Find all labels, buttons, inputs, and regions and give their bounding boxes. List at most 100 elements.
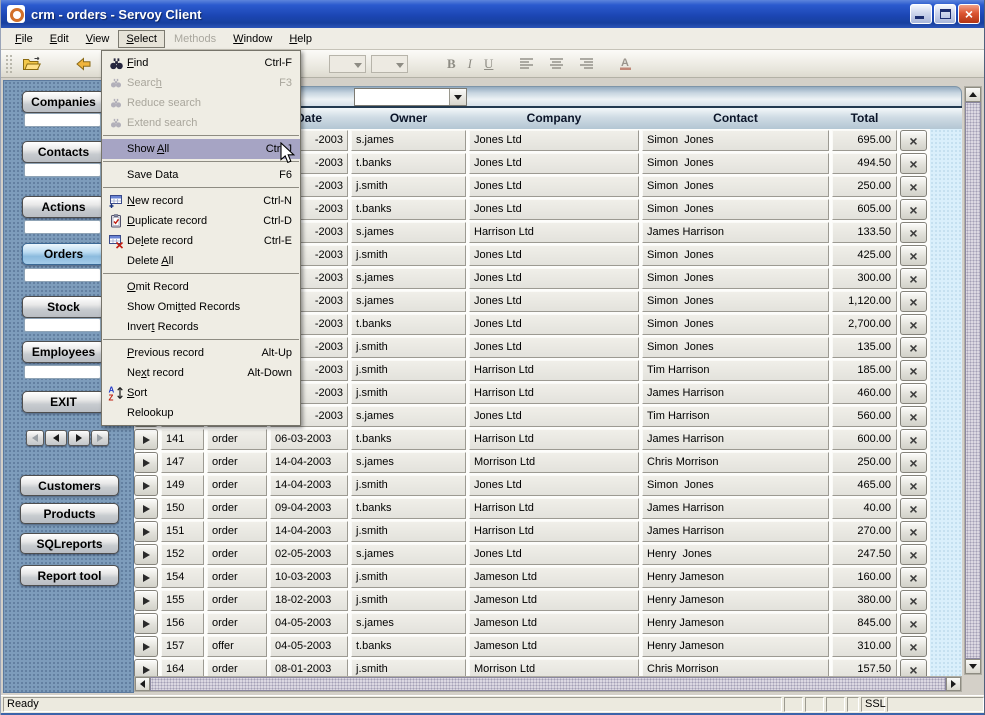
align-right-icon[interactable] xyxy=(573,54,599,74)
cell-total[interactable]: 465.00 xyxy=(832,475,897,496)
menu-item-sort[interactable]: AZSort xyxy=(102,383,300,403)
cell-contact[interactable]: Simon Jones xyxy=(642,130,829,151)
delete-row-button[interactable]: × xyxy=(900,360,927,381)
delete-row-button[interactable]: × xyxy=(900,613,927,634)
delete-row-button[interactable]: × xyxy=(900,268,927,289)
cell-date[interactable]: 14-04-2003 xyxy=(270,452,348,473)
font-color-icon[interactable]: A xyxy=(613,54,639,74)
cell-company[interactable]: Jones Ltd xyxy=(469,199,639,220)
cell-owner[interactable]: s.james xyxy=(351,222,466,243)
menu-item-extend-search[interactable]: Extend search xyxy=(102,113,300,133)
cell-owner[interactable]: s.james xyxy=(351,406,466,427)
cell-company[interactable]: Harrison Ltd xyxy=(469,521,639,542)
cell-total[interactable]: 133.50 xyxy=(832,222,897,243)
cell-date[interactable]: 06-03-2003 xyxy=(270,429,348,450)
cell-id[interactable]: 157 xyxy=(161,636,204,657)
cell-total[interactable]: 270.00 xyxy=(832,521,897,542)
cell-owner[interactable]: s.james xyxy=(351,291,466,312)
cell-company[interactable]: Jameson Ltd xyxy=(469,636,639,657)
cell-type[interactable]: order xyxy=(207,452,267,473)
sidebar-field-employees[interactable] xyxy=(24,365,101,379)
cell-owner[interactable]: s.james xyxy=(351,452,466,473)
cell-contact[interactable]: James Harrison xyxy=(642,498,829,519)
row-select-button[interactable] xyxy=(134,544,158,565)
row-select-button[interactable] xyxy=(134,429,158,450)
cell-total[interactable]: 560.00 xyxy=(832,406,897,427)
sidebar-button-contacts[interactable]: Contacts xyxy=(22,141,105,163)
cell-total[interactable]: 157.50 xyxy=(832,659,897,676)
delete-row-button[interactable]: × xyxy=(900,337,927,358)
font-size-combobox[interactable] xyxy=(371,55,408,73)
cell-owner[interactable]: j.smith xyxy=(351,567,466,588)
cell-total[interactable]: 494.50 xyxy=(832,153,897,174)
menu-item-duplicate-record[interactable]: Duplicate recordCtrl-D xyxy=(102,211,300,231)
italic-button[interactable]: I xyxy=(468,56,472,72)
menu-item-show-all[interactable]: Show AllCtrl-J xyxy=(102,139,300,159)
cell-owner[interactable]: j.smith xyxy=(351,176,466,197)
cell-owner[interactable]: t.banks xyxy=(351,498,466,519)
cell-owner[interactable]: s.james xyxy=(351,544,466,565)
cell-type[interactable]: order xyxy=(207,567,267,588)
font-family-combobox[interactable] xyxy=(329,55,366,73)
sidebar-button-companies[interactable]: Companies xyxy=(22,91,105,113)
row-select-button[interactable] xyxy=(134,659,158,676)
cell-owner[interactable]: t.banks xyxy=(351,429,466,450)
cell-company[interactable]: Jones Ltd xyxy=(469,544,639,565)
vertical-scroll-thumb[interactable] xyxy=(965,102,981,659)
cell-id[interactable]: 152 xyxy=(161,544,204,565)
delete-row-button[interactable]: × xyxy=(900,475,927,496)
cell-type[interactable]: order xyxy=(207,429,267,450)
sidebar-field-companies[interactable] xyxy=(24,113,101,127)
row-select-button[interactable] xyxy=(134,590,158,611)
cell-company[interactable]: Jones Ltd xyxy=(469,130,639,151)
cell-id[interactable]: 154 xyxy=(161,567,204,588)
sidebar-button-employees[interactable]: Employees xyxy=(22,341,105,363)
cell-total[interactable]: 845.00 xyxy=(832,613,897,634)
menu-item-relookup[interactable]: Relookup xyxy=(102,403,300,423)
cell-date[interactable]: 04-05-2003 xyxy=(270,636,348,657)
cell-total[interactable]: 380.00 xyxy=(832,590,897,611)
delete-row-button[interactable]: × xyxy=(900,544,927,565)
exit-button[interactable]: EXIT xyxy=(22,391,105,413)
row-select-button[interactable] xyxy=(134,636,158,657)
scroll-up-button[interactable] xyxy=(965,87,981,102)
cell-company[interactable]: Morrison Ltd xyxy=(469,452,639,473)
underline-button[interactable]: U xyxy=(484,56,493,72)
cell-total[interactable]: 250.00 xyxy=(832,176,897,197)
delete-row-button[interactable]: × xyxy=(900,314,927,335)
cell-total[interactable]: 310.00 xyxy=(832,636,897,657)
cell-company[interactable]: Harrison Ltd xyxy=(469,429,639,450)
cell-total[interactable]: 1,120.00 xyxy=(832,291,897,312)
cell-contact[interactable]: Tim Harrison xyxy=(642,406,829,427)
menu-item-delete-record[interactable]: Delete recordCtrl-E xyxy=(102,231,300,251)
scroll-down-button[interactable] xyxy=(965,659,981,674)
cell-company[interactable]: Jameson Ltd xyxy=(469,613,639,634)
maximize-button[interactable] xyxy=(934,4,956,24)
cell-date[interactable]: 02-05-2003 xyxy=(270,544,348,565)
cell-id[interactable]: 150 xyxy=(161,498,204,519)
sidebar-button-sqlreports[interactable]: SQLreports xyxy=(20,533,119,554)
menu-item-show-omitted-records[interactable]: Show Omitted Records xyxy=(102,297,300,317)
cell-type[interactable]: offer xyxy=(207,636,267,657)
menubar-item-edit[interactable]: Edit xyxy=(42,30,77,48)
sidebar-field-stock[interactable] xyxy=(24,318,101,332)
cell-company[interactable]: Harrison Ltd xyxy=(469,360,639,381)
align-center-icon[interactable] xyxy=(543,54,569,74)
cell-company[interactable]: Jones Ltd xyxy=(469,314,639,335)
cell-type[interactable]: order xyxy=(207,659,267,676)
cell-contact[interactable]: Simon Jones xyxy=(642,245,829,266)
delete-row-button[interactable]: × xyxy=(900,406,927,427)
menu-item-new-record[interactable]: New recordCtrl-N xyxy=(102,191,300,211)
cell-contact[interactable]: Henry Jameson xyxy=(642,636,829,657)
cell-contact[interactable]: Simon Jones xyxy=(642,268,829,289)
cell-company[interactable]: Jones Ltd xyxy=(469,268,639,289)
cell-company[interactable]: Morrison Ltd xyxy=(469,659,639,676)
delete-row-button[interactable]: × xyxy=(900,176,927,197)
row-select-button[interactable] xyxy=(134,613,158,634)
delete-row-button[interactable]: × xyxy=(900,452,927,473)
cell-total[interactable]: 250.00 xyxy=(832,452,897,473)
cell-owner[interactable]: j.smith xyxy=(351,521,466,542)
chevron-down-icon[interactable] xyxy=(449,89,466,105)
row-select-button[interactable] xyxy=(134,567,158,588)
menubar-item-view[interactable]: View xyxy=(78,30,118,48)
